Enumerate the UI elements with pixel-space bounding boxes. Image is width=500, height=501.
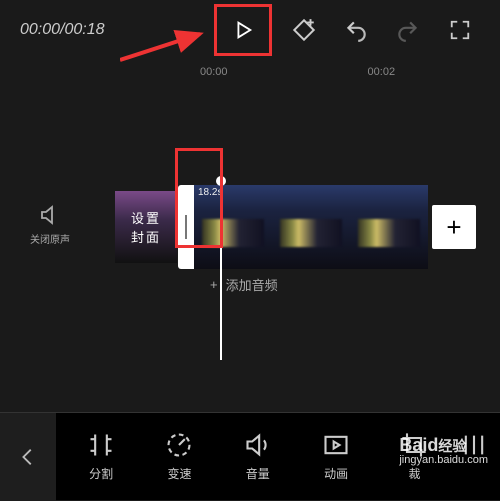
tool-label: 裁	[408, 465, 420, 482]
diamond-plus-icon	[291, 17, 317, 43]
speed-icon	[165, 431, 193, 459]
fullscreen-button[interactable]	[440, 10, 480, 50]
speaker-icon	[38, 203, 62, 227]
add-audio-label: 添加音频	[226, 275, 278, 294]
back-button[interactable]	[0, 413, 56, 501]
clip-thumbnail[interactable]	[350, 185, 428, 269]
tool-split[interactable]: 分割	[70, 431, 132, 482]
cover-label: 设置	[131, 208, 161, 227]
tool-volume[interactable]: 音量	[227, 431, 289, 482]
cover-label: 封面	[131, 227, 161, 246]
clip-duration-label: 18.2s	[198, 187, 222, 198]
keyframe-button[interactable]	[284, 10, 324, 50]
play-icon	[232, 19, 254, 41]
mute-label: 关闭原声	[30, 231, 70, 246]
tool-speed[interactable]: 变速	[148, 431, 210, 482]
clip-left-handle[interactable]	[178, 185, 194, 269]
tool-label: 变速	[167, 465, 191, 482]
volume-icon	[244, 431, 272, 459]
time-display: 00:00/00:18	[20, 21, 105, 39]
tool-label: 分割	[89, 465, 113, 482]
redo-icon	[395, 17, 421, 43]
split-icon	[87, 431, 115, 459]
tool-label: 音量	[246, 465, 270, 482]
ruler-mark: 00:02	[368, 66, 396, 78]
time-ruler: 00:00 00:02	[0, 66, 500, 78]
play-button[interactable]	[223, 10, 263, 50]
add-clip-button[interactable]: +	[432, 205, 476, 249]
clip-strip[interactable]: +	[178, 185, 476, 269]
annotation-box-play	[214, 4, 272, 56]
set-cover-button[interactable]: 设置 封面	[115, 191, 177, 263]
mute-original-button[interactable]: 关闭原声	[30, 203, 70, 246]
fullscreen-icon	[449, 19, 471, 41]
clip-thumbnail[interactable]	[272, 185, 350, 269]
undo-icon	[343, 17, 369, 43]
redo-button[interactable]	[388, 10, 428, 50]
plus-icon: +	[210, 277, 218, 292]
playhead[interactable]	[220, 180, 222, 360]
tool-label: 动画	[324, 465, 348, 482]
tool-animation[interactable]: 动画	[305, 431, 367, 482]
animation-icon	[322, 431, 350, 459]
timeline[interactable]: 关闭原声 设置 封面 18.2s + + 添加音频	[0, 185, 500, 295]
chevron-left-icon	[17, 446, 39, 468]
watermark: Baid经验 jingyan.baidu.com	[399, 435, 488, 466]
undo-button[interactable]	[336, 10, 376, 50]
ruler-mark: 00:00	[200, 66, 228, 78]
